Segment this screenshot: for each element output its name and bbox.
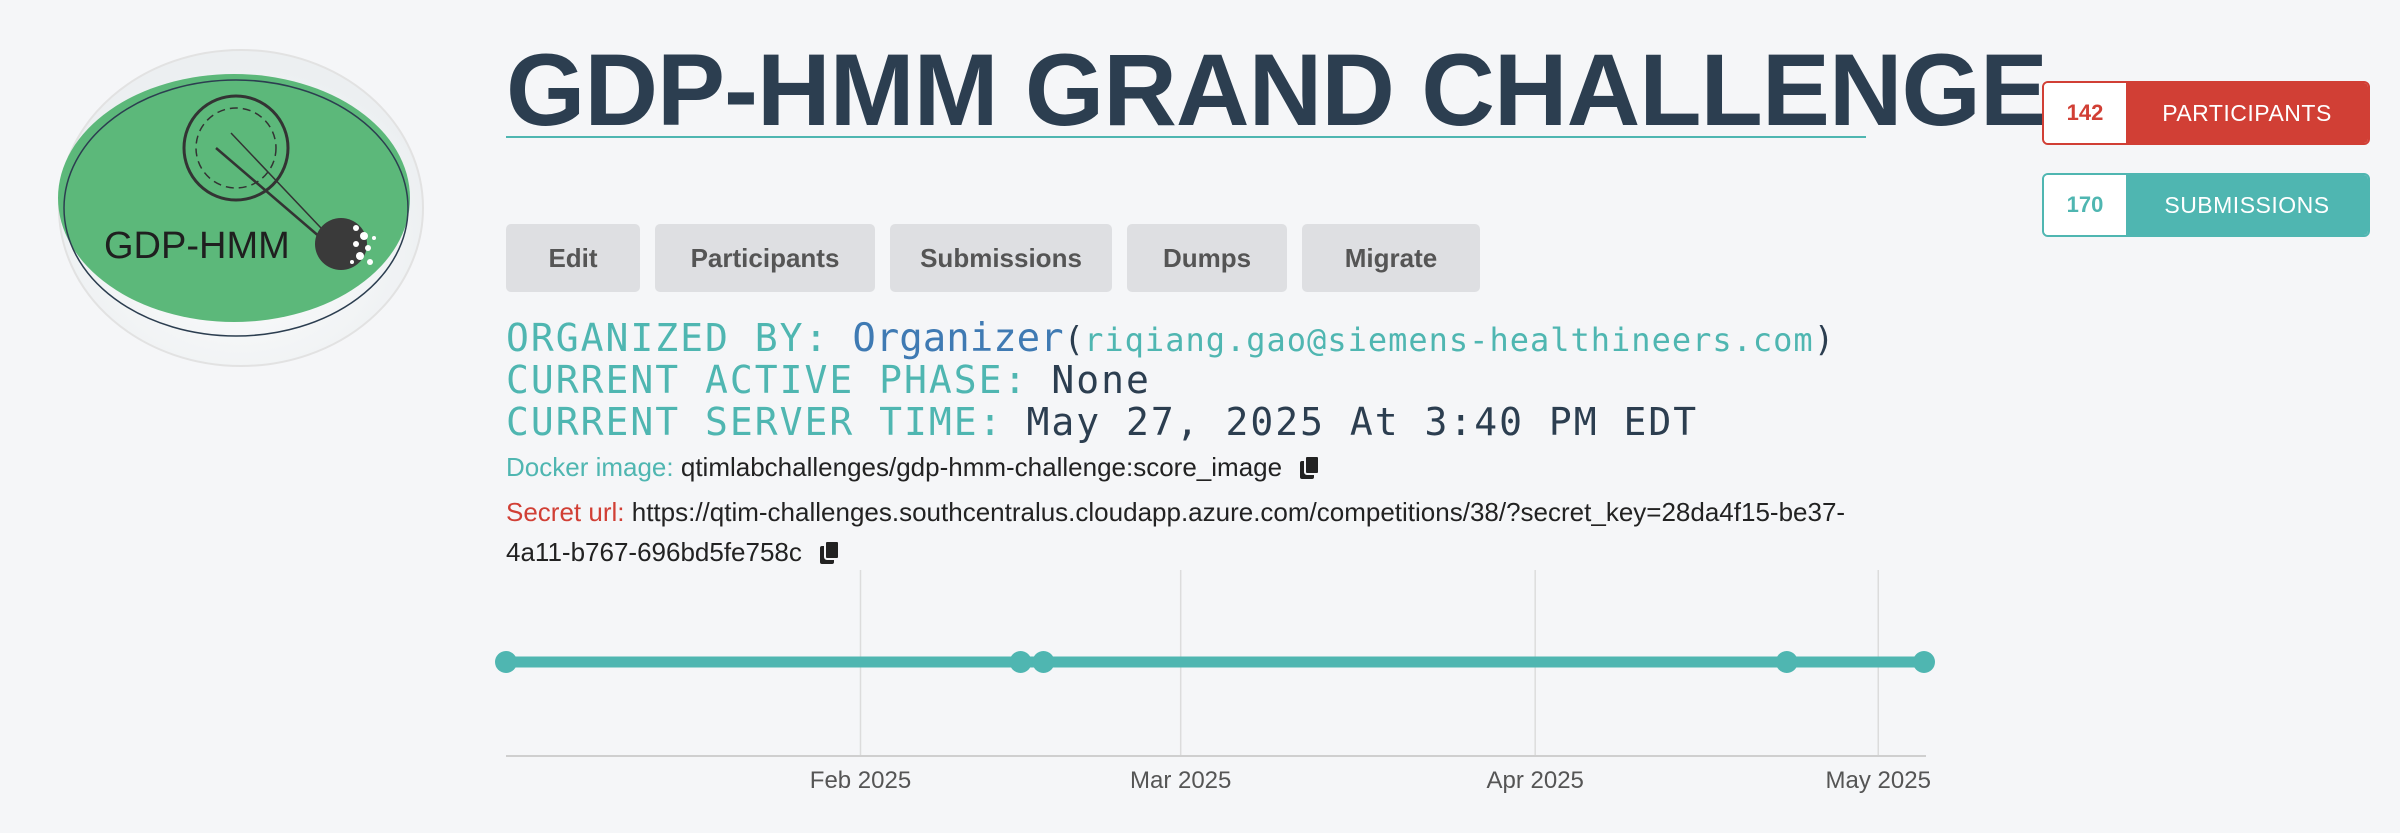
copy-icon[interactable] <box>1299 455 1321 481</box>
server-time-value: May 27, 2025 At 3:40 PM EDT <box>1026 400 1699 444</box>
paren-open: ( <box>1063 320 1085 360</box>
organized-by-line: ORGANIZED BY: Organizer(riqiang.gao@siem… <box>506 316 1834 361</box>
timeline-tick-label: Feb 2025 <box>810 767 911 794</box>
timeline-phase-point <box>1775 651 1798 673</box>
timeline-svg: Feb 2025 Mar 2025 Apr 2025 May 2025 <box>495 570 1935 794</box>
server-time-label: CURRENT SERVER TIME: <box>506 400 1004 444</box>
docker-image-label: Docker image: <box>506 452 674 482</box>
timeline-phase-point <box>1009 651 1032 673</box>
timeline-phase-point <box>1913 651 1935 673</box>
timeline-tick-label: Mar 2025 <box>1130 767 1231 794</box>
docker-image-value: qtimlabchallenges/gdp-hmm-challenge:scor… <box>680 452 1283 482</box>
timeline-tick-label: May 2025 <box>1826 767 1931 794</box>
logo-text: GDP-HMM <box>104 225 290 267</box>
secret-url-line: Secret url: https://qtim-challenges.sout… <box>506 492 1906 572</box>
server-time-line: CURRENT SERVER TIME: May 27, 2025 At 3:4… <box>506 400 1698 444</box>
title-underline <box>506 136 1866 138</box>
organizer-link[interactable]: Organizer <box>852 316 1063 361</box>
competition-logo: GDP-HMM <box>56 48 426 368</box>
logo-image: GDP-HMM <box>58 49 424 367</box>
active-phase-label: CURRENT ACTIVE PHASE: <box>506 358 1029 402</box>
active-phase-value: None <box>1051 358 1151 402</box>
timeline-phase-point <box>495 651 517 673</box>
tab-submissions[interactable]: Submissions <box>890 224 1112 292</box>
secret-url-value: https://qtim-challenges.southcentralus.c… <box>506 497 1846 567</box>
timeline-phase-point <box>1032 651 1055 673</box>
tab-migrate[interactable]: Migrate <box>1302 224 1480 292</box>
docker-image-line: Docker image: qtimlabchallenges/gdp-hmm-… <box>506 452 1321 483</box>
admin-tabs: Edit Participants Submissions Dumps Migr… <box>506 224 1480 292</box>
tab-edit[interactable]: Edit <box>506 224 640 292</box>
paren-close: ) <box>1813 320 1835 360</box>
secret-url-label: Secret url: <box>506 497 625 527</box>
timeline-tick-label: Apr 2025 <box>1486 767 1583 794</box>
page-title: GDP-HMM GRAND CHALLENGE <box>506 33 2048 147</box>
active-phase-line: CURRENT ACTIVE PHASE: None <box>506 358 1151 402</box>
phase-timeline-chart: Feb 2025 Mar 2025 Apr 2025 May 2025 <box>480 564 1960 828</box>
participants-label: PARTICIPANTS <box>2126 83 2368 143</box>
copy-icon[interactable] <box>819 537 841 564</box>
participants-stat-badge[interactable]: 142 PARTICIPANTS <box>2042 81 2370 145</box>
submissions-stat-badge[interactable]: 170 SUBMISSIONS <box>2042 173 2370 237</box>
tab-participants[interactable]: Participants <box>655 224 875 292</box>
submissions-label: SUBMISSIONS <box>2126 175 2368 235</box>
participants-count: 142 <box>2044 83 2126 143</box>
organizer-email-link[interactable]: riqiang.gao@siemens-healthineers.com <box>1084 321 1814 359</box>
submissions-count: 170 <box>2044 175 2126 235</box>
organized-by-label: ORGANIZED BY: <box>506 316 830 360</box>
tab-dumps[interactable]: Dumps <box>1127 224 1287 292</box>
